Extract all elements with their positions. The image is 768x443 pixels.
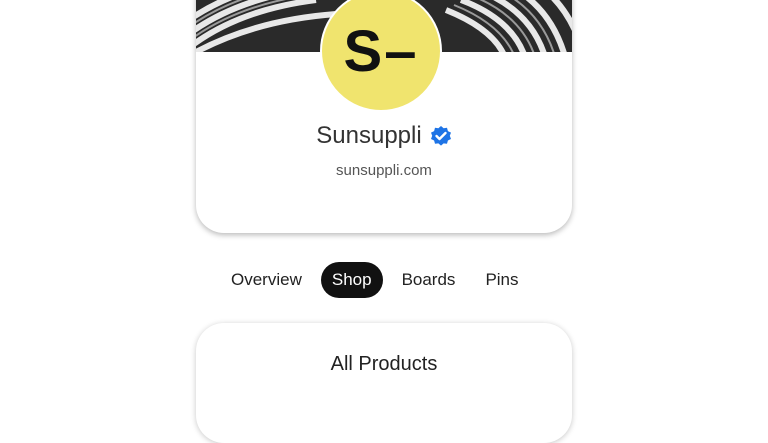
- all-products-card: All Products: [196, 323, 572, 443]
- all-products-title: All Products: [330, 353, 438, 375]
- profile-website-link[interactable]: sunsuppli.com: [196, 162, 572, 179]
- tab-boards[interactable]: Boards: [391, 262, 467, 298]
- profile-name: Sunsuppli: [316, 122, 422, 149]
- profile-name-row: Sunsuppli: [196, 122, 572, 150]
- avatar[interactable]: S–: [320, 0, 442, 112]
- profile-card: S– Sunsuppli sunsuppli.com: [196, 0, 572, 233]
- avatar-initials: S–: [343, 18, 419, 84]
- verified-check-icon: [430, 125, 452, 147]
- profile-tabs: Overview Shop Boards Pins: [220, 262, 530, 298]
- tab-overview[interactable]: Overview: [220, 262, 313, 298]
- tab-shop[interactable]: Shop: [320, 262, 383, 298]
- tab-pins[interactable]: Pins: [474, 262, 529, 298]
